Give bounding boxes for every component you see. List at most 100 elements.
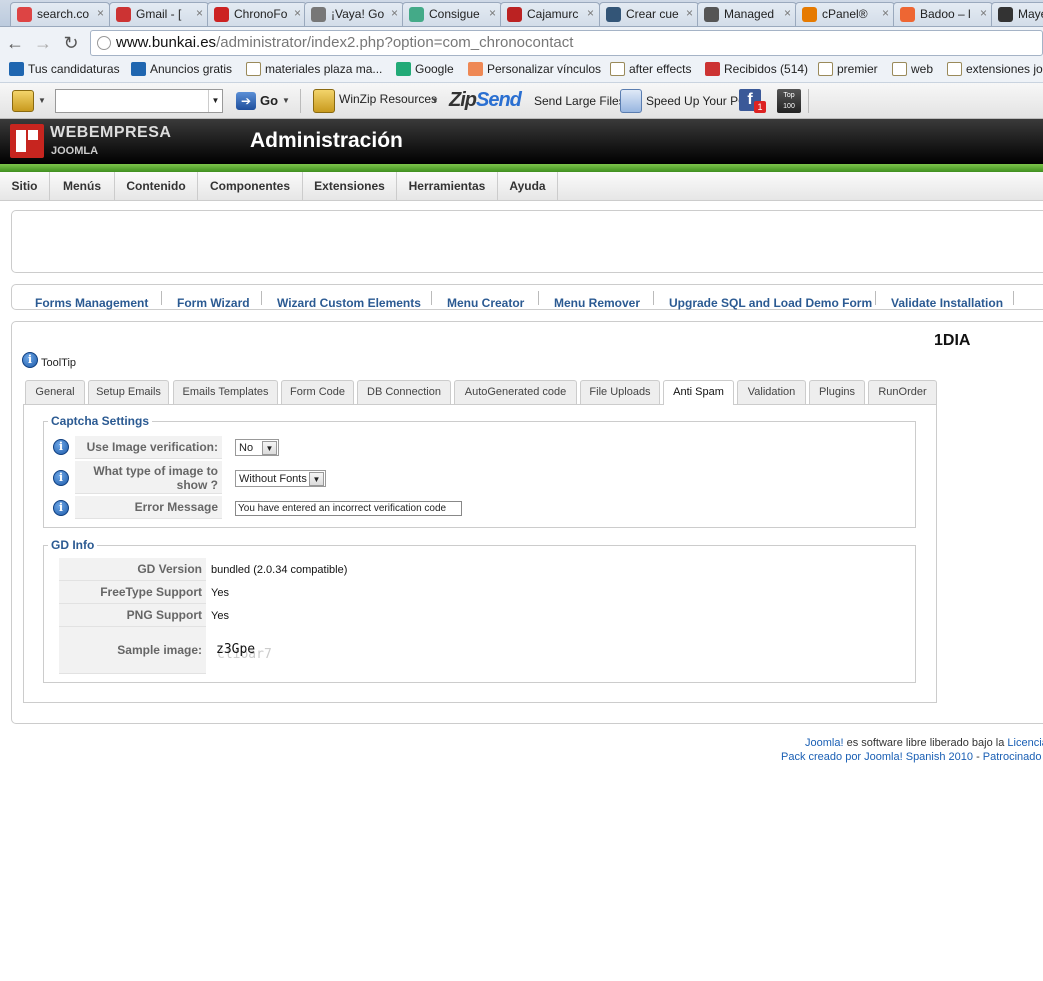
close-icon[interactable]: × — [784, 6, 791, 20]
browser-tab[interactable]: ChronoFo × — [207, 2, 307, 26]
folder-icon — [818, 62, 833, 76]
logo-sub: JOOMLA — [51, 145, 99, 157]
menu-menus[interactable]: Menús — [50, 172, 115, 200]
submenu-form-wizard[interactable]: Form Wizard — [177, 296, 250, 310]
wordpress-icon — [606, 7, 621, 22]
submenu-separator — [875, 291, 876, 305]
addon-toolbar: ▼ ▼ ➔ Go ▼ WinZip Resources ▼ ZipSend Se… — [0, 83, 1043, 119]
submenu-menu-remover[interactable]: Menu Remover — [554, 296, 640, 310]
speedup-icon[interactable] — [620, 89, 642, 113]
bookmark-item[interactable]: web — [892, 62, 933, 76]
freetype-value: Yes — [211, 587, 229, 599]
browser-tab-bar: search.co × Gmail - [× ChronoFo × ¡Vaya! Go × C… — [0, 0, 1043, 27]
browser-tab[interactable]: search.co × — [10, 2, 110, 26]
menu-sitio[interactable]: Sitio — [0, 172, 50, 200]
menu-herramientas[interactable]: Herramientas — [397, 172, 498, 200]
chevron-down-icon[interactable]: ▼ — [282, 96, 290, 105]
bookmark-item[interactable]: Personalizar vínculos — [468, 62, 601, 76]
spanish-pack-link[interactable]: Pack creado por Joomla! Spanish 2010 — [781, 751, 973, 763]
bookmark-item[interactable]: extensiones joo — [947, 62, 1043, 76]
go-button[interactable]: Go — [260, 93, 278, 108]
close-icon[interactable]: × — [294, 6, 301, 20]
browser-tab[interactable]: Consigue × — [402, 2, 502, 26]
back-button[interactable]: ← — [4, 32, 26, 54]
tab-autogenerated-code[interactable]: AutoGenerated code — [454, 380, 577, 404]
submenu-box — [11, 284, 1043, 310]
winzip-resources-button[interactable]: WinZip Resources — [339, 92, 437, 106]
browser-tab[interactable]: Badoo – l × — [893, 2, 993, 26]
joomla-link[interactable]: Joomla! — [805, 737, 844, 749]
submenu-forms-management[interactable]: Forms Management — [35, 296, 148, 310]
tab-form-code[interactable]: Form Code — [281, 380, 354, 404]
close-icon[interactable]: × — [882, 6, 889, 20]
tab-file-uploads[interactable]: File Uploads — [580, 380, 660, 404]
chevron-down-icon[interactable]: ▼ — [208, 90, 222, 112]
tab-general[interactable]: General — [25, 380, 85, 404]
loading-icon — [704, 7, 719, 22]
zipsend-logo[interactable]: ZipSend — [449, 89, 522, 112]
winzip-resources-icon[interactable] — [313, 89, 335, 113]
bookmark-item[interactable]: Tus candidaturas — [9, 62, 120, 76]
bookmark-item[interactable]: after effects — [610, 62, 691, 76]
tab-db-connection[interactable]: DB Connection — [357, 380, 451, 404]
close-icon[interactable]: × — [391, 6, 398, 20]
info-icon[interactable]: i — [53, 500, 69, 516]
tab-validation[interactable]: Validation — [737, 380, 806, 404]
tab-emails-templates[interactable]: Emails Templates — [173, 380, 278, 404]
winzip-icon[interactable] — [12, 90, 34, 112]
error-message-label: Error Message — [75, 496, 222, 519]
submenu-separator — [431, 291, 432, 305]
close-icon[interactable]: × — [97, 6, 104, 20]
close-icon[interactable]: × — [196, 6, 203, 20]
tab-anti-spam[interactable]: Anti Spam — [663, 380, 734, 405]
info-icon[interactable]: i — [53, 470, 69, 486]
infojobs-icon — [9, 62, 24, 76]
browser-tab[interactable]: Maye — [991, 2, 1043, 26]
tab-runorder[interactable]: RunOrder — [868, 380, 937, 404]
reload-button[interactable]: ↻ — [60, 32, 82, 54]
error-message-input[interactable]: You have entered an incorrect verificati… — [235, 501, 462, 516]
close-icon[interactable]: × — [489, 6, 496, 20]
chevron-down-icon[interactable]: ▼ — [431, 96, 439, 105]
browser-tab[interactable]: cPanel® × — [795, 2, 895, 26]
forward-button[interactable]: → — [32, 32, 54, 54]
browser-tab[interactable]: Gmail - [× — [109, 2, 209, 26]
toolbar-search-input[interactable]: ▼ — [55, 89, 223, 113]
bookmark-label: after effects — [629, 62, 692, 76]
browser-tab[interactable]: Managed × — [697, 2, 797, 26]
sponsor-link[interactable]: Patrocinado p — [983, 751, 1043, 763]
tab-setup-emails[interactable]: Setup Emails — [88, 380, 169, 404]
close-icon[interactable]: × — [587, 6, 594, 20]
submenu-menu-creator[interactable]: Menu Creator — [447, 296, 524, 310]
address-bar[interactable]: www.bunkai.es/administrator/index2.php?o… — [90, 30, 1043, 56]
menu-contenido[interactable]: Contenido — [115, 172, 198, 200]
menu-ayuda[interactable]: Ayuda — [498, 172, 558, 200]
use-image-select[interactable]: No ▼ — [235, 439, 279, 456]
info-icon[interactable]: i — [22, 352, 38, 368]
bookmark-item[interactable]: materiales plaza ma... — [246, 62, 382, 76]
license-link[interactable]: Licencia — [1007, 737, 1043, 749]
submenu-validate-installation[interactable]: Validate Installation — [891, 296, 1003, 310]
chevron-down-icon[interactable]: ▼ — [38, 96, 46, 105]
image-type-select[interactable]: Without Fonts ▼ — [235, 470, 326, 487]
go-arrow-icon[interactable]: ➔ — [236, 92, 256, 110]
menu-componentes[interactable]: Componentes — [198, 172, 303, 200]
bookmark-item[interactable]: Google — [396, 62, 454, 76]
bookmark-item[interactable]: Anuncios gratis — [131, 62, 232, 76]
submenu-upgrade-sql[interactable]: Upgrade SQL and Load Demo Form — [669, 296, 872, 310]
webempresa-logo-icon — [10, 124, 44, 158]
info-icon[interactable]: i — [53, 439, 69, 455]
bookmark-item[interactable]: premier — [818, 62, 878, 76]
browser-tab[interactable]: Cajamurc × — [500, 2, 600, 26]
speed-up-button[interactable]: Speed Up Your PC — [646, 94, 747, 108]
close-icon[interactable]: × — [980, 6, 987, 20]
submenu-wizard-custom-elements[interactable]: Wizard Custom Elements — [277, 296, 421, 310]
bookmark-item[interactable]: Recibidos (514) — [705, 62, 808, 76]
browser-tab[interactable]: ¡Vaya! Go × — [304, 2, 404, 26]
close-icon[interactable]: × — [686, 6, 693, 20]
send-large-files-button[interactable]: Send Large Files — [534, 94, 625, 108]
tab-plugins[interactable]: Plugins — [809, 380, 865, 404]
browser-tab[interactable]: Crear cue × — [599, 2, 699, 26]
menu-extensiones[interactable]: Extensiones — [303, 172, 397, 200]
top100-icon[interactable]: Top 100 — [777, 89, 801, 113]
